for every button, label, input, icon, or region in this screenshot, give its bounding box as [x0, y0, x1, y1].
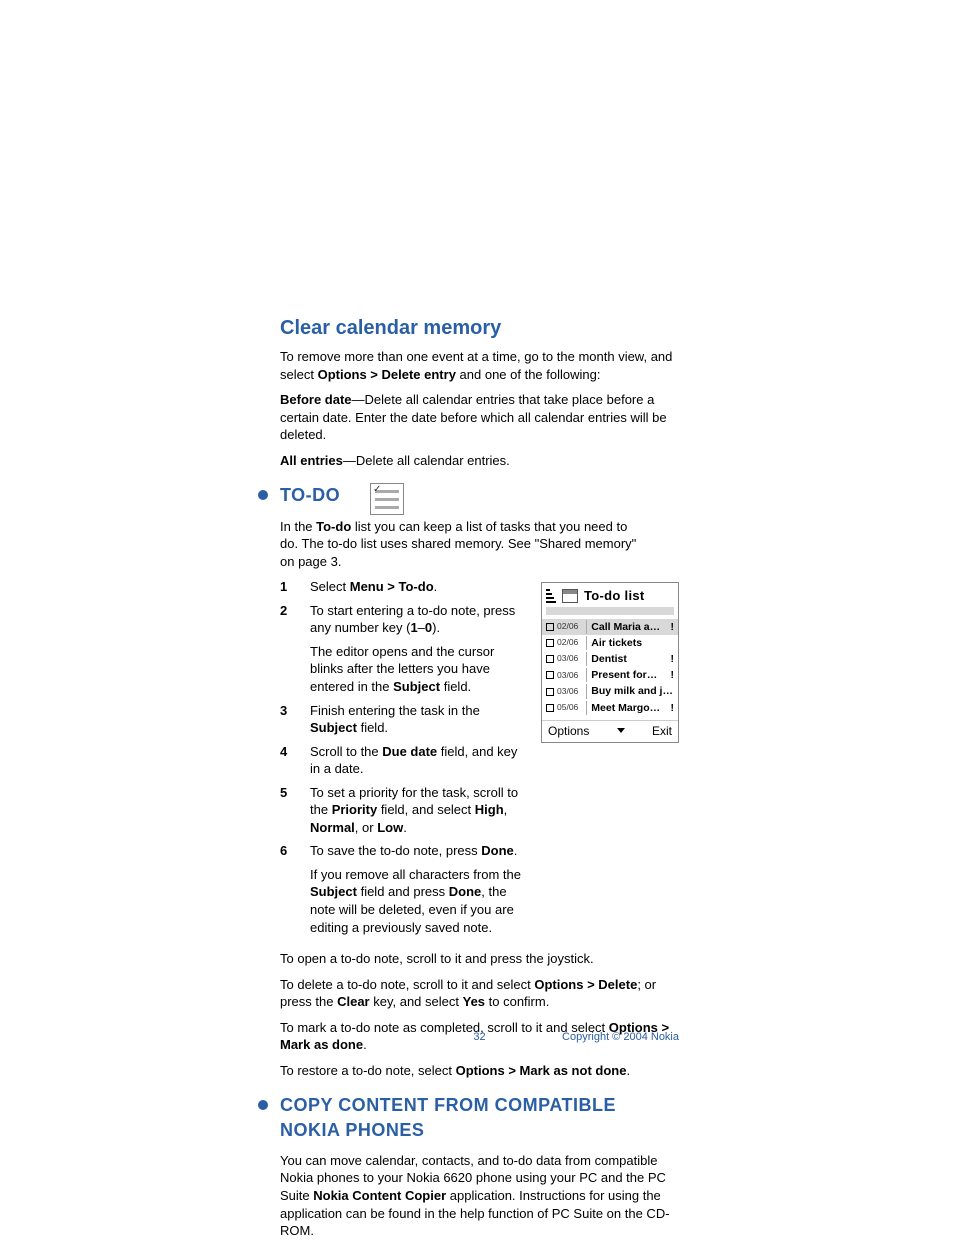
step-text: To start entering a to-do note, press an…	[310, 602, 523, 637]
text-bold: Nokia Content Copier	[313, 1188, 446, 1203]
row-label: Meet Margo…	[591, 701, 670, 715]
step-item: 6 To save the to-do note, press Done.	[280, 842, 523, 860]
step-number: 5	[280, 784, 292, 837]
step-number	[280, 866, 292, 936]
signal-icon	[546, 589, 556, 603]
step-number	[280, 643, 292, 696]
step-item: 1 Select Menu > To-do.	[280, 578, 523, 596]
priority-icon: !	[671, 652, 675, 666]
row-date: 02/06	[557, 637, 578, 648]
softkey-exit[interactable]: Exit	[652, 723, 672, 739]
text-bold: To-do	[316, 519, 351, 534]
step-text: The editor opens and the cursor blinks a…	[310, 643, 523, 696]
row-date: 03/06	[557, 686, 578, 697]
step-number: 2	[280, 602, 292, 637]
step-number: 1	[280, 578, 292, 596]
step-item: 3 Finish entering the task in the Subject…	[280, 702, 523, 737]
step-item: 2 To start entering a to-do note, press a…	[280, 602, 523, 637]
row-date: 05/06	[557, 702, 578, 713]
row-label: Air tickets	[591, 636, 674, 650]
step-number: 4	[280, 743, 292, 778]
copyright: Copyright © 2004 Nokia	[562, 1030, 679, 1045]
priority-icon: !	[671, 668, 675, 682]
step-text: Finish entering the task in the Subject …	[310, 702, 523, 737]
todo-row[interactable]: 02/06 Air tickets	[542, 635, 678, 651]
paragraph: Before date—Delete all calendar entries …	[280, 391, 679, 444]
checkbox-icon	[546, 623, 554, 631]
page-number: 32	[473, 1030, 485, 1045]
row-date: 03/06	[557, 653, 578, 664]
heading-to-do: TO-DO	[280, 483, 340, 507]
checkbox-icon	[546, 704, 554, 712]
row-date: 03/06	[557, 670, 578, 681]
phone-screenshot: To-do list 02/06 Call Maria a…! 02/06 Air t…	[541, 582, 679, 743]
step-text: Select Menu > To-do.	[310, 578, 523, 596]
todo-row[interactable]: 03/06 Buy milk and j…	[542, 683, 678, 699]
row-label: Buy milk and j…	[591, 684, 674, 698]
checkbox-icon	[546, 655, 554, 663]
checkbox-icon	[546, 639, 554, 647]
softkey-options[interactable]: Options	[548, 723, 589, 739]
step-text: To set a priority for the task, scroll t…	[310, 784, 523, 837]
bullet-icon	[258, 490, 268, 500]
text: —Delete all calendar entries.	[343, 453, 510, 468]
todo-row[interactable]: 05/06 Meet Margo…!	[542, 700, 678, 716]
paragraph: To restore a to-do note, select Options …	[280, 1062, 679, 1080]
step-note: The editor opens and the cursor blinks a…	[280, 643, 523, 696]
row-label: Present for…	[591, 668, 670, 682]
priority-icon: !	[671, 701, 675, 715]
text: In the	[280, 519, 316, 534]
paragraph: In the To-do list you can keep a list of…	[280, 518, 640, 571]
text-bold: Options > Delete entry	[318, 367, 456, 382]
paragraph: To delete a to-do note, scroll to it and…	[280, 976, 679, 1011]
paragraph: You can move calendar, contacts, and to-…	[280, 1152, 679, 1240]
row-date: 02/06	[557, 621, 578, 632]
row-label: Call Maria a…	[591, 620, 670, 634]
heading-copy-content: COPY CONTENT FROM COMPATIBLE NOKIA PHONE…	[280, 1093, 679, 1142]
step-item: 4 Scroll to the Due date field, and key i…	[280, 743, 523, 778]
paragraph: To remove more than one event at a time,…	[280, 348, 679, 383]
phone-title: To-do list	[584, 587, 645, 605]
checkbox-icon	[546, 671, 554, 679]
step-item: 5 To set a priority for the task, scroll …	[280, 784, 523, 837]
step-text: To save the to-do note, press Done.	[310, 842, 523, 860]
row-label: Dentist	[591, 652, 670, 666]
text: and one of the following:	[456, 367, 601, 382]
todo-row[interactable]: 02/06 Call Maria a…!	[542, 619, 678, 635]
heading-clear-calendar: Clear calendar memory	[280, 315, 679, 342]
calendar-icon	[562, 589, 578, 603]
priority-icon: !	[671, 620, 675, 634]
step-text: Scroll to the Due date field, and key in…	[310, 743, 523, 778]
checkbox-icon	[546, 688, 554, 696]
step-text: If you remove all characters from the Su…	[310, 866, 523, 936]
todo-app-icon	[370, 483, 404, 515]
step-number: 3	[280, 702, 292, 737]
paragraph: All entries—Delete all calendar entries.	[280, 452, 679, 470]
todo-row[interactable]: 03/06 Dentist!	[542, 651, 678, 667]
down-arrow-icon	[617, 728, 625, 733]
text-bold: All entries	[280, 453, 343, 468]
steps-list: 1 Select Menu > To-do. 2 To start entering …	[280, 578, 523, 936]
todo-row[interactable]: 03/06 Present for…!	[542, 667, 678, 683]
step-note: If you remove all characters from the Su…	[280, 866, 523, 936]
text-bold: Before date	[280, 392, 352, 407]
step-number: 6	[280, 842, 292, 860]
paragraph: To open a to-do note, scroll to it and p…	[280, 950, 679, 968]
bullet-icon	[258, 1100, 268, 1110]
